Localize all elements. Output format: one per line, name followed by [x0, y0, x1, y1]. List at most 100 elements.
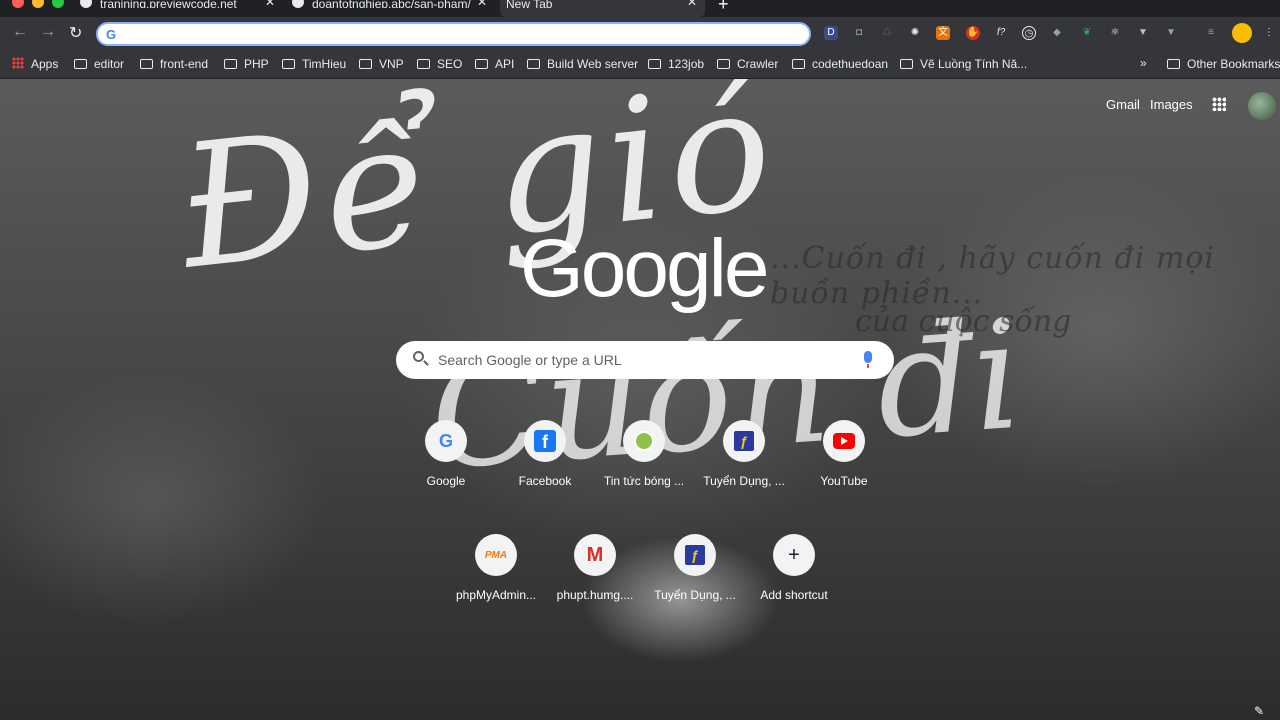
shortcut-tuyen-dung[interactable]: ƒ Tuyển Dụng, ... — [689, 420, 799, 510]
leaf-icon[interactable]: ❦ — [1080, 26, 1094, 40]
customize-pencil-icon[interactable]: ✎ — [1254, 704, 1264, 718]
shortcut-youtube[interactable]: YouTube — [789, 420, 899, 510]
vuex-icon[interactable]: ▼ — [1164, 26, 1178, 40]
folder-icon — [359, 59, 372, 69]
new-tab-button[interactable]: + — [718, 0, 729, 15]
wallpaper-text: của cuộc sống — [855, 304, 1072, 339]
minimize-window-button[interactable] — [32, 0, 44, 8]
shortcut-label: Tin tức bóng ... — [603, 474, 685, 488]
google-logo: Google — [520, 223, 769, 314]
folder-icon — [717, 59, 730, 69]
close-window-button[interactable] — [12, 0, 24, 8]
vue-icon[interactable]: ▼ — [1136, 26, 1150, 40]
shortcut-label: Google — [426, 474, 466, 488]
shortcut-tin-tuc-bong[interactable]: Tin tức bóng ... — [589, 420, 699, 510]
reload-icon[interactable]: ↻ — [69, 23, 82, 43]
tv-icon: ƒ — [734, 431, 754, 451]
maximize-window-button[interactable] — [52, 0, 64, 8]
close-tab-icon[interactable]: ✕ — [265, 0, 275, 8]
bookmark-folder[interactable]: 123job — [648, 56, 704, 72]
playlist-icon[interactable]: ≡ — [1204, 26, 1218, 40]
extension-d-icon[interactable]: D — [824, 26, 838, 40]
clock-icon[interactable]: ◷ — [1022, 26, 1036, 40]
close-tab-icon[interactable]: ✕ — [687, 0, 697, 8]
bookmark-folder[interactable]: Crawler — [717, 56, 778, 72]
gear-icon[interactable]: ✺ — [908, 26, 922, 40]
shortcut-facebook[interactable]: f Facebook — [490, 420, 600, 510]
translate-icon[interactable]: 文 — [936, 26, 950, 40]
bookmark-other[interactable]: Other Bookmarks — [1167, 56, 1280, 72]
shortcut-label: Tuyển Dụng, ... — [703, 474, 785, 488]
tab-training[interactable]: tranining.previewcode.net ✕ — [80, 0, 275, 17]
shortcut-google[interactable]: G Google — [391, 420, 501, 510]
google-icon: G — [425, 420, 467, 462]
camera-icon[interactable]: ◘ — [852, 26, 866, 40]
close-tab-icon[interactable]: ✕ — [477, 0, 487, 8]
address-bar[interactable]: G — [96, 22, 811, 46]
bookmark-folder[interactable]: Vẽ Luồng Tính Nă... — [900, 56, 1027, 72]
shortcut-phpmyadmin[interactable]: PMA phpMyAdmin... — [441, 534, 551, 624]
tab-strip: tranining.previewcode.net ✕ doantotnghie… — [0, 0, 1280, 17]
youtube-icon — [833, 433, 855, 449]
shortcut-label: YouTube — [820, 474, 868, 488]
folder-icon — [417, 59, 430, 69]
react-icon[interactable]: ⚛ — [1108, 26, 1122, 40]
microphone-icon[interactable] — [864, 351, 872, 368]
shortcut-label: phupt.humg.... — [556, 588, 634, 602]
shortcut-label: phpMyAdmin... — [455, 588, 537, 602]
back-arrow-icon[interactable]: ← — [12, 23, 28, 41]
fx-icon[interactable]: f? — [994, 26, 1008, 40]
toolbar: ← → ↻ G D ◘ ♺ ✺ 文 ✋ f? ◷ ◆ ❦ ⚛ ▼ ▼ ≡ ⋮ — [0, 17, 1280, 51]
gmail-icon: M — [586, 543, 604, 566]
apps-grid-icon — [12, 57, 24, 69]
shortcut-tuyen-dung-2[interactable]: ƒ Tuyển Dụng, ... — [640, 534, 750, 624]
shortcut-label: Tuyển Dụng, ... — [654, 588, 736, 602]
bookmark-folder[interactable]: Build Web server — [527, 56, 638, 72]
bookmark-folder[interactable]: API — [475, 56, 514, 72]
tab-new-tab[interactable]: New Tab ✕ — [500, 0, 705, 17]
bookmark-folder[interactable]: SEO — [417, 56, 462, 72]
folder-icon — [74, 59, 87, 69]
bookmark-folder[interactable]: front-end — [140, 56, 208, 72]
phpmyadmin-icon: PMA — [484, 549, 508, 561]
shortcut-label: Add shortcut — [760, 588, 828, 602]
layers-icon[interactable]: ◆ — [1050, 26, 1064, 40]
bookmark-apps[interactable]: Apps — [12, 56, 58, 72]
folder-icon — [900, 59, 913, 69]
bookmark-folder[interactable]: editor — [74, 56, 124, 72]
bookmark-folder[interactable]: VNP — [359, 56, 404, 72]
menu-kebab-icon[interactable]: ⋮ — [1262, 26, 1276, 40]
images-link[interactable]: Images — [1150, 97, 1193, 112]
address-input[interactable] — [128, 26, 788, 42]
shortcut-label: Facebook — [518, 474, 572, 488]
folder-icon — [224, 59, 237, 69]
plus-icon: + — [788, 543, 800, 566]
wallpaper-text: ...Cuốn đi , hãy cuốn đi mọi buồn phiền.… — [770, 241, 1215, 311]
search-input[interactable] — [438, 351, 848, 369]
shortcut-gmail[interactable]: M phupt.humg.... — [540, 534, 650, 624]
google-apps-icon[interactable] — [1212, 97, 1226, 111]
folder-icon — [792, 59, 805, 69]
bookmarks-overflow-button[interactable]: » — [1140, 56, 1147, 70]
bookmark-folder[interactable]: codethuedoan — [792, 56, 888, 72]
search-box[interactable] — [396, 341, 894, 379]
gmail-link[interactable]: Gmail — [1106, 97, 1140, 112]
add-shortcut-button[interactable]: + Add shortcut — [739, 534, 849, 624]
profile-avatar-icon[interactable] — [1232, 23, 1252, 43]
bookmark-folder[interactable]: TimHieu — [282, 56, 346, 72]
football-icon — [634, 431, 654, 451]
bookmark-folder[interactable]: PHP — [224, 56, 269, 72]
site-icon — [292, 0, 304, 8]
tab-doantotnghiep[interactable]: doantotnghiep.abc/san-pham/ ✕ — [292, 0, 487, 17]
recycle-icon[interactable]: ♺ — [880, 26, 894, 40]
shield-icon[interactable]: ✋ — [966, 26, 980, 40]
account-avatar[interactable] — [1248, 92, 1276, 120]
forward-arrow-icon[interactable]: → — [40, 23, 56, 41]
folder-icon — [282, 59, 295, 69]
folder-icon — [140, 59, 153, 69]
globe-icon — [80, 0, 92, 8]
folder-icon — [527, 59, 540, 69]
folder-icon — [475, 59, 488, 69]
tab-title: doantotnghiep.abc/san-pham/ — [312, 0, 471, 8]
tv-icon: ƒ — [685, 545, 705, 565]
